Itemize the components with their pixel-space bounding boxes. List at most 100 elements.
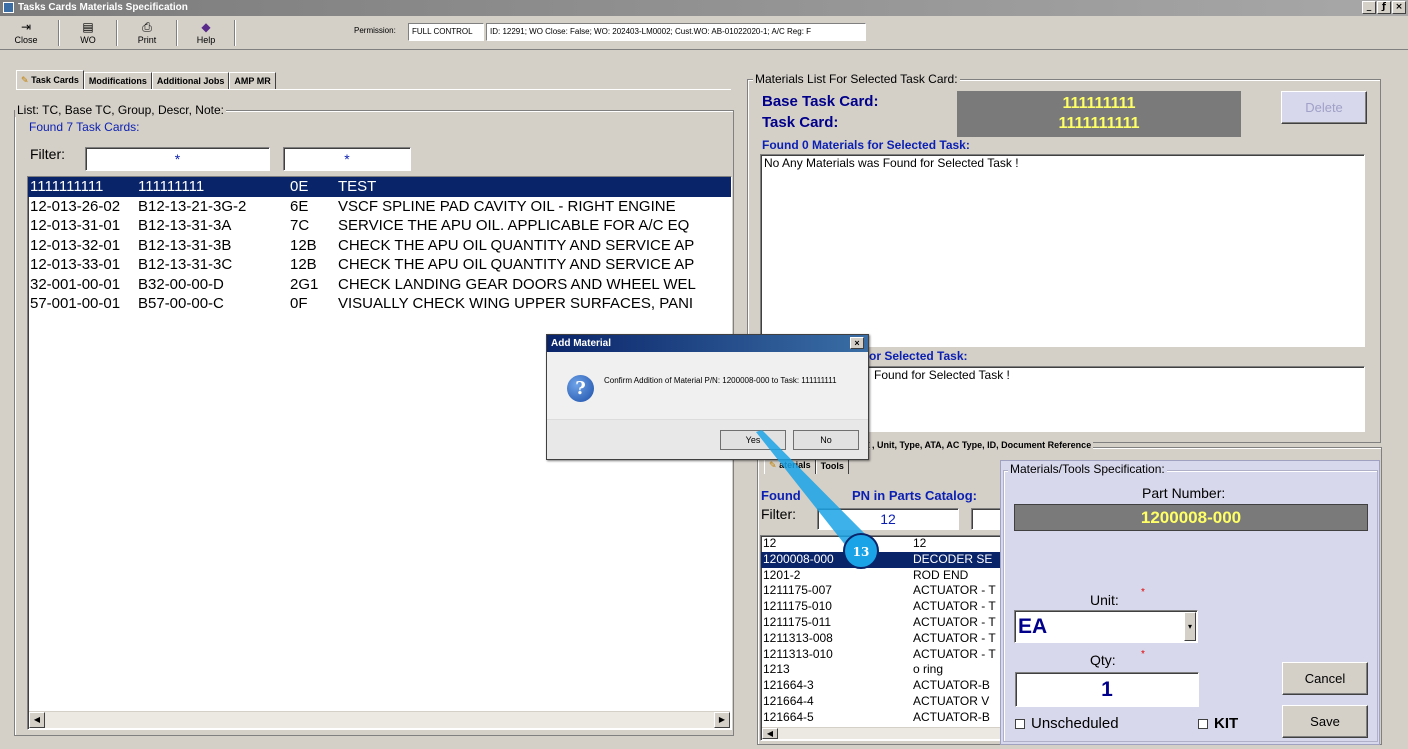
part-catalog-cell-pn: 1211175-010 (763, 599, 832, 614)
kit-checkbox[interactable]: KIT (1198, 715, 1238, 732)
part-catalog-cell-desc: ACTUATOR-B (913, 709, 990, 724)
part-catalog-cell-desc: ROD END (913, 567, 969, 582)
step-number: 13 (853, 545, 870, 559)
filter-tc-input[interactable]: * (85, 147, 270, 171)
part-catalog-row[interactable]: 1211313-010 ACTUATOR - T (761, 647, 1001, 663)
task-card-cell-group: 6E (290, 197, 309, 215)
task-card-cell-tc: 1111111111 (30, 178, 104, 195)
part-catalog-row[interactable]: 121664-3 ACTUATOR-B (761, 678, 1001, 694)
part-catalog-cell-pn: 121664-4 (763, 693, 814, 708)
spec-legend: Materials/Tools Specification: (1008, 462, 1167, 476)
edit-note-icon: ✎ (21, 76, 29, 86)
scroll-right-icon[interactable]: ▶ (714, 712, 730, 728)
materials-list[interactable]: No Any Materials was Found for Selected … (760, 154, 1365, 347)
part-catalog-row[interactable]: 1211175-010 ACTUATOR - T (761, 599, 1001, 615)
found-task-cards-label: Found 7 Task Cards: (29, 120, 140, 134)
close-window-button[interactable]: × (1392, 1, 1406, 14)
qty-required-mark: * (1141, 649, 1145, 660)
no-materials-message: No Any Materials was Found for Selected … (764, 156, 1019, 170)
part-catalog-row[interactable]: 121664-5 ACTUATOR-B (761, 710, 1001, 726)
app-icon (3, 2, 14, 13)
part-catalog-row[interactable]: 1211175-011 ACTUATOR - T (761, 615, 1001, 631)
task-card-cell-base: B57-00-00-C (138, 295, 224, 312)
help-diamond-icon: ◆ (201, 20, 211, 34)
tab-modifications[interactable]: Modifications (83, 72, 152, 90)
task-card-list-legend: List: TC, Base TC, Group, Descr, Note: (15, 103, 226, 117)
base-task-card-value: 111111111 (1062, 95, 1136, 112)
task-card-row[interactable]: 1111111111 111111111 0E TEST (28, 177, 731, 197)
task-card-cell-base: B12-13-31-3C (138, 256, 233, 273)
task-card-label: Task Card: (762, 114, 839, 131)
dialog-close-icon[interactable]: × (850, 337, 864, 349)
tab-additional-jobs[interactable]: Additional Jobs (151, 72, 230, 90)
filter-descr-input[interactable]: * (283, 147, 411, 171)
tab-task-cards[interactable]: ✎ Task Cards (16, 70, 84, 89)
task-card-cell-group: 12B (290, 236, 317, 254)
scroll-left-icon[interactable]: ◀ (29, 712, 45, 728)
task-card-row[interactable]: 12-013-32-01 B12-13-31-3B 12B CHECK THE APU… (28, 236, 731, 256)
print-button[interactable]: ⎙ Print (127, 18, 167, 49)
part-catalog-cell-desc: ACTUATOR-B (913, 678, 990, 693)
part-catalog-cell-desc: 12 (913, 536, 927, 550)
help-button[interactable]: ◆ Help (186, 18, 226, 49)
task-card-values-box: 111111111 1111111111 (957, 91, 1241, 137)
catalog-horizontal-scrollbar[interactable]: ◀ (762, 727, 1000, 739)
task-card-value: 1111111111 (1058, 115, 1140, 132)
task-card-cell-descr: CHECK THE APU OIL QUANTITY AND SERVICE A… (338, 256, 695, 273)
part-catalog-cell-desc: ACTUATOR - T (913, 614, 996, 629)
callout-pointer (756, 430, 876, 551)
cancel-button[interactable]: Cancel (1282, 662, 1368, 695)
chevron-down-icon[interactable]: ▾ (1184, 612, 1196, 641)
save-button[interactable]: Save (1282, 705, 1368, 738)
part-catalog-cell-desc: ACTUATOR - T (913, 599, 996, 614)
task-card-cell-base: B12-13-31-3A (138, 217, 232, 234)
task-card-row[interactable]: 12-013-31-01 B12-13-31-3A 7C SERVICE THE AP… (28, 216, 731, 236)
dialog-message: Confirm Addition of Material P/N: 120000… (604, 376, 837, 385)
unscheduled-checkbox[interactable]: Unscheduled (1015, 715, 1119, 732)
part-catalog-row[interactable]: 1211175-007 ACTUATOR - T (761, 583, 1001, 599)
minimize-button[interactable]: _ (1362, 1, 1376, 14)
task-card-cell-descr: CHECK LANDING GEAR DOORS AND WHEEL WEL (338, 275, 696, 293)
task-card-cell-group: 7C (290, 217, 310, 234)
dialog-title: Add Material (551, 338, 612, 349)
permission-field: FULL CONTROL (408, 23, 484, 41)
part-catalog-cell-desc: ACTUATOR - T (913, 583, 996, 598)
task-card-cell-group: 0E (290, 178, 309, 195)
main-tabs: ✎ Task Cards Modifications Additional Jo… (16, 70, 276, 90)
part-catalog-cell-desc: ACTUATOR - T (913, 630, 996, 645)
part-catalog-row[interactable]: 121664-4 ACTUATOR V (761, 694, 1001, 710)
task-card-cell-tc: 32-001-00-01 (30, 275, 121, 293)
unit-select[interactable]: EA ▾ (1014, 610, 1198, 643)
qty-input[interactable]: 1 (1015, 672, 1199, 707)
horizontal-scrollbar[interactable]: ◀ ▶ (29, 711, 730, 728)
filter-label: Filter: (30, 146, 65, 162)
part-catalog-cell-pn: 1211313-010 (763, 646, 833, 661)
task-card-row[interactable]: 12-013-26-02 B12-13-21-3G-2 6E VSCF SPLINE … (28, 197, 731, 217)
delete-button[interactable]: Delete (1281, 91, 1367, 124)
materials-list-legend: Materials List For Selected Task Card: (753, 72, 960, 86)
wo-button[interactable]: ▤ WO (68, 18, 108, 49)
base-task-card-label: Base Task Card: (762, 93, 879, 110)
task-card-cell-descr: TEST (338, 178, 377, 195)
restore-button[interactable]: ƒ (1377, 1, 1391, 14)
part-number-value: 1200008-000 (1014, 504, 1368, 531)
part-catalog-row[interactable]: 1213 o ring (761, 662, 1001, 678)
specification-panel: Materials/Tools Specification: Part Numb… (1000, 460, 1380, 745)
unit-label: Unit: (1090, 592, 1119, 608)
task-card-row[interactable]: 57-001-00-01 B57-00-00-C 0F VISUALLY CHECK … (28, 294, 731, 314)
task-card-row[interactable]: 12-013-33-01 B12-13-31-3C 12B CHECK THE APU… (28, 255, 731, 275)
part-catalog-row[interactable]: 1211313-008 ACTUATOR - T (761, 631, 1001, 647)
task-card-row[interactable]: 32-001-00-01 B32-00-00-D 2G1 CHECK LANDING … (28, 275, 731, 295)
question-icon: ? (567, 375, 594, 402)
qty-label: Qty: (1090, 652, 1116, 668)
task-card-cell-group: 2G1 (290, 275, 319, 293)
task-card-cell-base: B12-13-31-3B (138, 236, 232, 254)
part-catalog-cell-desc: o ring (913, 662, 944, 677)
unit-value: EA (1018, 615, 1048, 638)
scroll-left-icon[interactable]: ◀ (762, 728, 778, 739)
catalog-filter-input-2[interactable] (971, 508, 1001, 530)
close-button[interactable]: ⇥ Close (6, 18, 46, 49)
task-card-cell-base: 111111111 (138, 178, 205, 195)
tab-amp-mr[interactable]: AMP MR (229, 72, 276, 90)
part-catalog-cell-pn: 121664-5 (763, 709, 814, 724)
